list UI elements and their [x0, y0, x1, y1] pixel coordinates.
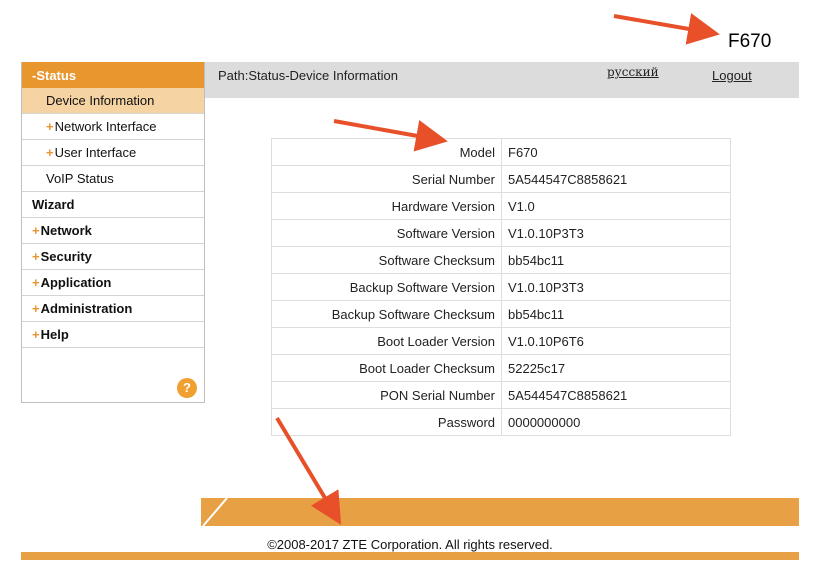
- breadcrumb-path: Path:Status-Device Information: [218, 68, 398, 83]
- sidebar-item-device-information[interactable]: Device Information: [22, 88, 204, 114]
- sidebar-item-voip-status[interactable]: VoIP Status: [22, 166, 204, 192]
- info-value: V1.0.10P3T3: [501, 273, 731, 301]
- info-value: bb54bc11: [501, 246, 731, 274]
- info-label: Model: [271, 138, 502, 166]
- info-label: PON Serial Number: [271, 381, 502, 409]
- info-label: Backup Software Checksum: [271, 300, 502, 328]
- table-row: Hardware Version V1.0: [271, 192, 731, 220]
- device-info-body: Model F670 Serial Number 5A544547C8858621 Ha…: [271, 138, 731, 436]
- table-row: Backup Software Version V1.0.10P3T3: [271, 273, 731, 301]
- plus-icon: +: [46, 145, 54, 160]
- info-value: 0000000000: [501, 408, 731, 436]
- copyright-text: ©2008-2017 ZTE Corporation. All rights r…: [267, 537, 553, 552]
- table-row: Backup Software Checksum bb54bc11: [271, 300, 731, 328]
- sidebar-item-label: VoIP Status: [46, 171, 114, 186]
- plus-icon: +: [32, 327, 40, 342]
- info-value: 5A544547C8858621: [501, 381, 731, 409]
- sidebar-item-help[interactable]: + Help: [22, 322, 204, 348]
- header-bar: Path:Status-Device Information русский L…: [205, 62, 799, 98]
- sidebar-item-administration[interactable]: + Administration: [22, 296, 204, 322]
- plus-icon: +: [32, 249, 40, 264]
- sidebar-menu: -Status Device Information + Network Int…: [21, 62, 205, 403]
- info-label: Hardware Version: [271, 192, 502, 220]
- sidebar-item-network[interactable]: + Network: [22, 218, 204, 244]
- sidebar-item-label: Administration: [40, 301, 133, 316]
- info-label: Backup Software Version: [271, 273, 502, 301]
- info-label: Boot Loader Version: [271, 327, 502, 355]
- footer-stripe: [179, 498, 799, 526]
- sidebar-item-label: User Interface: [54, 145, 137, 160]
- sidebar-item-label: Network Interface: [54, 119, 157, 134]
- info-value: bb54bc11: [501, 300, 731, 328]
- model-annotation-heading: F670: [728, 31, 772, 52]
- table-row: Software Checksum bb54bc11: [271, 246, 731, 274]
- footer-decoration: [179, 498, 239, 526]
- info-value: V1.0: [501, 192, 731, 220]
- table-row: Software Version V1.0.10P3T3: [271, 219, 731, 247]
- sidebar-item-user-interface[interactable]: + User Interface: [22, 140, 204, 166]
- info-label: Boot Loader Checksum: [271, 354, 502, 382]
- info-value: V1.0.10P3T3: [501, 219, 731, 247]
- table-row: Serial Number 5A544547C8858621: [271, 165, 731, 193]
- info-label: Serial Number: [271, 165, 502, 193]
- sidebar-item-label: -Status: [32, 67, 77, 83]
- info-value: 5A544547C8858621: [501, 165, 731, 193]
- arrow-to-model-heading: [613, 13, 720, 45]
- info-label: Password: [271, 408, 502, 436]
- table-row: Password 0000000000: [271, 408, 731, 436]
- info-value: 52225c17: [501, 354, 731, 382]
- table-row: Boot Loader Version V1.0.10P6T6: [271, 327, 731, 355]
- info-value: V1.0.10P6T6: [501, 327, 731, 355]
- info-label: Software Version: [271, 219, 502, 247]
- plus-icon: +: [32, 223, 40, 238]
- sidebar-item-application[interactable]: + Application: [22, 270, 204, 296]
- sidebar-item-label: Security: [40, 249, 92, 264]
- language-link[interactable]: русский: [607, 65, 659, 79]
- table-row: Boot Loader Checksum 52225c17: [271, 354, 731, 382]
- sidebar-item-label: Wizard: [32, 197, 75, 212]
- sidebar-item-wizard[interactable]: Wizard: [22, 192, 204, 218]
- table-row: Model F670: [271, 138, 731, 166]
- device-info-table: Model F670 Serial Number 5A544547C8858621 Ha…: [271, 138, 731, 436]
- help-icon[interactable]: ?: [177, 378, 197, 398]
- info-value: F670: [501, 138, 731, 166]
- sidebar-item-label: Network: [40, 223, 92, 238]
- sidebar-item-network-interface[interactable]: + Network Interface: [22, 114, 204, 140]
- sidebar-item-label: Help: [40, 327, 69, 342]
- table-row: PON Serial Number 5A544547C8858621: [271, 381, 731, 409]
- plus-icon: +: [32, 275, 40, 290]
- sidebar-item-label: Application: [40, 275, 112, 290]
- plus-icon: +: [32, 301, 40, 316]
- sidebar-item-security[interactable]: + Security: [22, 244, 204, 270]
- sidebar-item-status[interactable]: -Status: [22, 62, 204, 88]
- logout-link[interactable]: Logout: [712, 68, 752, 83]
- router-web-ui: Path:Status-Device Information русский L…: [21, 62, 799, 560]
- info-label: Software Checksum: [271, 246, 502, 274]
- footer-bottom-bar: [21, 552, 799, 560]
- plus-icon: +: [46, 119, 54, 134]
- sidebar-item-label: Device Information: [46, 93, 155, 108]
